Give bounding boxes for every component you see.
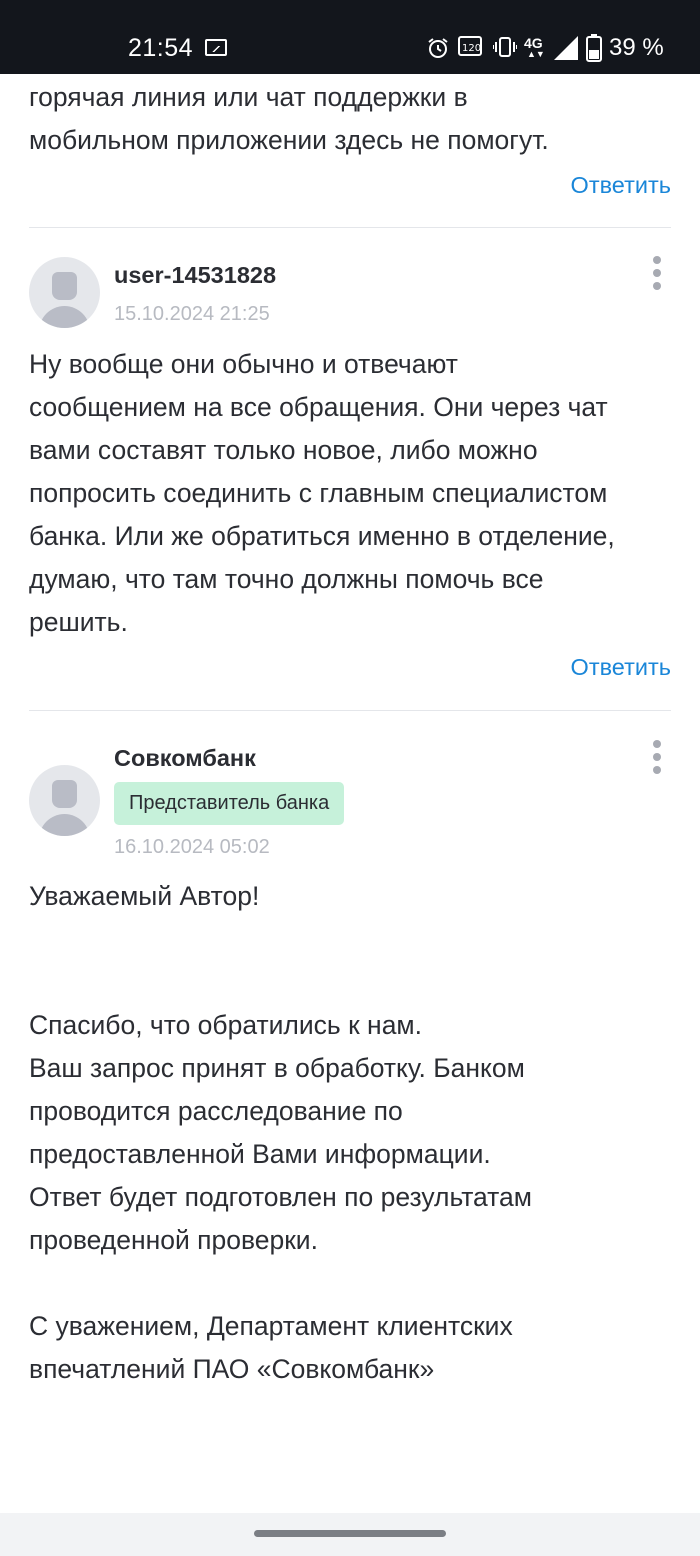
battery-icon [586, 34, 602, 62]
more-menu-icon[interactable] [650, 256, 664, 290]
comment-author[interactable]: Совкомбанк [114, 745, 256, 772]
comment-date: 16.10.2024 05:02 [114, 836, 270, 858]
reply-button[interactable]: Ответить [571, 172, 671, 199]
comment-text: Уважаемый Автор! Спасибо, что обратились… [29, 881, 532, 1384]
bank-representative-badge: Представитель банка [114, 782, 345, 825]
status-time: 21:54 [128, 34, 194, 62]
gallery-icon [205, 39, 227, 56]
svg-text:120: 120 [462, 43, 481, 54]
network-type-label: 4G [524, 35, 543, 51]
comment-author[interactable]: user-14531828 [114, 262, 276, 289]
refresh-rate-icon: 120 [458, 36, 482, 56]
comment-date: 15.10.2024 21:25 [114, 303, 270, 325]
avatar [29, 257, 100, 328]
divider [29, 710, 671, 711]
status-bar: 21:54 120 4G ▲▼ 39 % [0, 0, 700, 74]
network-icon: 4G ▲▼ [524, 36, 548, 60]
battery-percent: 39 % [609, 34, 664, 61]
previous-comment-text: горячая линия или чат поддержки в мобиль… [29, 82, 549, 155]
more-menu-icon[interactable] [650, 740, 664, 774]
avatar [29, 765, 100, 836]
reply-button[interactable]: Ответить [571, 654, 671, 681]
vibrate-icon [493, 37, 517, 57]
navigation-bar [0, 1513, 700, 1556]
alarm-icon [428, 38, 448, 58]
divider [29, 227, 671, 228]
gesture-handle[interactable] [254, 1530, 446, 1537]
signal-icon [554, 36, 578, 60]
comment-text: Ну вообще они обычно и отвечают сообщени… [29, 349, 615, 637]
